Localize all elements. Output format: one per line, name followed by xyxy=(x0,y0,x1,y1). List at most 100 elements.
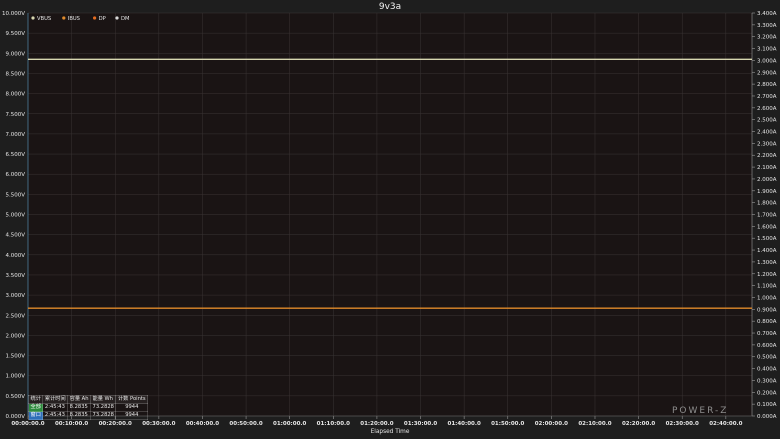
stats-tag-all: 全部 xyxy=(27,403,44,412)
y-right-tick-label: 2.200A xyxy=(757,153,777,159)
legend-marker-dm xyxy=(115,16,119,20)
legend-marker-dp xyxy=(93,16,97,20)
power-chart: 0.000V 0.500V 1.000V 1.500V 2.000V 2.500V 3.00… xyxy=(2,2,777,435)
x-tick-label: 02:40:00.0 xyxy=(709,421,742,427)
y-left-tick-label: 4.000V xyxy=(5,253,25,259)
legend-marker-vbus xyxy=(31,16,35,20)
chart-title: 9v3a xyxy=(379,2,401,12)
y-left-tick-label: 8.000V xyxy=(5,92,25,98)
stats-cell: 2:45:43 xyxy=(42,403,69,412)
y-left-tick-label: 0.000V xyxy=(5,414,25,420)
y-left-tick-label: 3.000V xyxy=(5,293,25,299)
y-left-tick-label: 2.500V xyxy=(5,313,25,319)
y-left-tick-label: 1.000V xyxy=(5,374,25,380)
x-tick-label: 00:30:00.0 xyxy=(142,421,175,427)
y-left-tick-label: 6.500V xyxy=(5,152,25,158)
legend-label-ibus: IBUS xyxy=(68,16,80,22)
stats-cell: 9944 xyxy=(115,411,149,420)
y-right-tick-label: 2.600A xyxy=(757,106,777,112)
y-left-tick-label: 7.500V xyxy=(5,112,25,118)
stats-cell: 8.2835 xyxy=(67,411,92,420)
y-right-tick-label: 1.000A xyxy=(757,295,777,301)
y-left-tick-label: 9.000V xyxy=(5,51,25,57)
y-right-tick-label: 1.200A xyxy=(757,272,777,278)
x-tick-label: 00:40:00.0 xyxy=(186,421,219,427)
y-left-tick-label: 10.000V xyxy=(2,11,25,17)
y-right-tick-label: 3.200A xyxy=(757,35,777,41)
x-tick-label: 00:10:00.0 xyxy=(55,421,88,427)
x-tick-label: 01:10:00.0 xyxy=(317,421,350,427)
x-axis-title: Elapsed Time xyxy=(371,429,410,435)
y-right-tick-label: 0.000A xyxy=(757,414,777,420)
x-tick-label: 02:30:00.0 xyxy=(666,421,699,427)
y-right-tick-label: 3.400A xyxy=(757,11,777,17)
y-left-tick-label: 1.500V xyxy=(5,354,25,360)
y-right-tick-label: 0.300A xyxy=(757,378,777,384)
y-left-tick-label: 9.500V xyxy=(5,31,25,37)
y-right-tick-label: 0.400A xyxy=(757,367,777,373)
stats-table: 统计 累计时间 容量 Ah 能量 Wh 计数 Points 全部 2:45:43… xyxy=(27,395,149,420)
y-right-tick-label: 3.000A xyxy=(757,58,777,64)
y-left-tick-label: 6.000V xyxy=(5,172,25,178)
y-left-tick-label: 2.000V xyxy=(5,333,25,339)
stats-cell: 2:45:43 xyxy=(42,411,69,420)
y-right-tick-label: 2.500A xyxy=(757,118,777,124)
stats-cell: 8.2835 xyxy=(67,403,92,412)
y-right-tick-label: 1.300A xyxy=(757,260,777,266)
y-right-tick-label: 1.600A xyxy=(757,224,777,230)
y-right-tick-label: 2.000A xyxy=(757,177,777,183)
stats-row-all: 全部 2:45:43 8.2835 73.2828 9944 xyxy=(27,403,149,412)
stats-cell: 9944 xyxy=(115,403,149,412)
y-right-tick-label: 2.400A xyxy=(757,130,777,136)
legend-label-dp: DP xyxy=(99,16,106,22)
x-tick-label: 01:50:00.0 xyxy=(491,421,524,427)
y-right-tick-label: 2.700A xyxy=(757,94,777,100)
stats-cell: 73.2828 xyxy=(90,403,117,412)
y-right-tick-label: 0.700A xyxy=(757,331,777,337)
y-right-tick-label: 0.200A xyxy=(757,390,777,396)
x-tick-label: 02:20:00.0 xyxy=(622,421,655,427)
x-tick-label: 01:30:00.0 xyxy=(404,421,437,427)
y-right-tick-label: 1.700A xyxy=(757,213,777,219)
x-tick-label: 02:10:00.0 xyxy=(578,421,611,427)
y-right-tick-label: 2.800A xyxy=(757,82,777,88)
stats-row-window: 窗口 2:45:43 8.2835 73.2828 9944 xyxy=(27,411,149,420)
y-right-tick-label: 2.900A xyxy=(757,70,777,76)
y-right-tick-label: 0.800A xyxy=(757,319,777,325)
x-tick-label: 00:50:00.0 xyxy=(229,421,262,427)
watermark-logo: POWER-Z xyxy=(672,406,728,416)
y-right-tick-label: 3.300A xyxy=(757,23,777,29)
y-left-tick-label: 4.500V xyxy=(5,233,25,239)
x-tick-label: 00:20:00.0 xyxy=(99,421,132,427)
stats-header-3: 能量 Wh xyxy=(90,395,117,404)
stats-tag-window: 窗口 xyxy=(27,411,44,420)
y-right-tick-label: 3.100A xyxy=(757,47,777,53)
y-right-tick-label: 1.500A xyxy=(757,236,777,242)
y-right-tick-label: 1.400A xyxy=(757,248,777,254)
y-right-tick-label: 1.100A xyxy=(757,284,777,290)
y-left-tick-label: 5.000V xyxy=(5,213,25,219)
x-tick-label: 00:00:00.0 xyxy=(11,421,44,427)
y-right-tick-label: 2.300A xyxy=(757,141,777,147)
stats-header-2: 容量 Ah xyxy=(67,395,92,404)
y-left-tick-label: 7.000V xyxy=(5,132,25,138)
stats-header-4: 计数 Points xyxy=(115,395,149,404)
legend-label-dm: DM xyxy=(121,16,129,22)
chart-root: 0.000V 0.500V 1.000V 1.500V 2.000V 2.500V 3.00… xyxy=(0,0,780,439)
y-right-tick-label: 0.600A xyxy=(757,343,777,349)
y-right-tick-label: 0.500A xyxy=(757,355,777,361)
legend-label-vbus: VBUS xyxy=(37,16,51,22)
y-left-tick-label: 3.500V xyxy=(5,273,25,279)
stats-cell: 73.2828 xyxy=(90,411,117,420)
x-tick-label: 01:40:00.0 xyxy=(448,421,481,427)
x-tick-label: 01:00:00.0 xyxy=(273,421,306,427)
y-right-tick-label: 0.900A xyxy=(757,307,777,313)
y-right-tick-label: 1.800A xyxy=(757,201,777,207)
y-right-tick-label: 1.900A xyxy=(757,189,777,195)
x-tick-label: 02:00:00.0 xyxy=(535,421,568,427)
legend-marker-ibus xyxy=(62,16,66,20)
x-tick-label: 01:20:00.0 xyxy=(360,421,393,427)
y-right-tick-label: 2.100A xyxy=(757,165,777,171)
stats-header-1: 累计时间 xyxy=(42,395,69,404)
y-left-tick-label: 8.500V xyxy=(5,71,25,77)
